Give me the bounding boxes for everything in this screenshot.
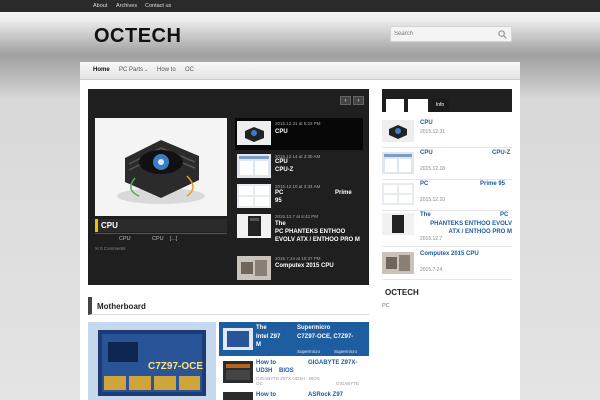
motherboard-box-image: C7Z97-OCE xyxy=(88,322,216,400)
sidebar-section-title: OCTECH xyxy=(385,288,419,297)
sidebar-post[interactable]: CPU CPU-Z 2015.12.18 xyxy=(382,150,512,180)
divider xyxy=(95,233,227,234)
search-input[interactable] xyxy=(394,29,492,39)
prime95-screenshot-thumb xyxy=(382,183,414,205)
comment-icon: ✉ xyxy=(95,246,99,251)
sidebar-post[interactable]: The PC PHANTEKS ENTHOO EVOLV ATX / ENTHO… xyxy=(382,211,512,247)
slider-item[interactable]: 2015.12.7 at 6:42 PM The PC PHANTEKS ENT… xyxy=(235,211,363,253)
featured-title[interactable]: CPU xyxy=(95,219,227,232)
featured-excerpt: CPU CPU [...] xyxy=(119,236,178,242)
section-title[interactable]: Motherboard xyxy=(97,302,146,311)
motherboard-image[interactable]: C7Z97-OCE xyxy=(88,322,216,400)
nav-oc[interactable]: OC xyxy=(185,67,194,73)
slider-item[interactable]: 2015.12.14 at 3:30 AM CPU CPU-Z xyxy=(235,151,363,183)
search-icon[interactable] xyxy=(498,30,507,39)
sidebar-post[interactable]: PC Prime 95 2015.12.10 xyxy=(382,181,512,211)
tab-info[interactable]: Info xyxy=(431,99,449,112)
motherboard-item[interactable]: The Supermicro Intel Z97 C7Z97-OCE, C7Z9… xyxy=(219,322,369,356)
top-link-contact[interactable]: Contact us xyxy=(145,3,171,9)
slider-prev-button[interactable]: ‹ xyxy=(340,96,351,105)
computex-thumb xyxy=(237,256,271,280)
cpu-cooler-thumb xyxy=(237,121,271,145)
top-bar: About Archives Contact us xyxy=(0,0,600,12)
sidebar-section-text: PC xyxy=(382,303,390,309)
bios-screenshot-thumb xyxy=(223,361,253,383)
cpu-cooler-thumb xyxy=(382,120,414,142)
featured-comments[interactable]: ✉ 0 Comments xyxy=(95,246,126,252)
cpuz-screenshot-thumb xyxy=(382,152,414,174)
cpuz-screenshot-thumb xyxy=(237,154,271,178)
featured-image[interactable] xyxy=(95,118,227,216)
pc-case-thumb xyxy=(237,214,271,238)
nav-how-to[interactable]: How to xyxy=(157,67,176,73)
computex-thumb xyxy=(382,252,414,274)
tab-recent[interactable] xyxy=(386,99,404,112)
slider-item[interactable]: 2015.12.10 at 3:34 AM PC Prime 95 xyxy=(235,181,363,213)
motherboard-section-header: Motherboard xyxy=(88,297,369,315)
main-nav: Home PC Parts ⌄ How to OC xyxy=(80,62,520,80)
pc-case-thumb xyxy=(382,213,414,235)
top-link-archives[interactable]: Archives xyxy=(116,3,137,9)
prime95-screenshot-thumb xyxy=(237,184,271,208)
slider-item[interactable]: 2015.7.24 at 10:37 PM Computex 2015 CPU xyxy=(235,253,363,285)
slider-item[interactable]: 2015.12.31 at 5:22 PM CPU xyxy=(235,118,363,150)
cpu-cooler-image xyxy=(95,118,227,216)
slider-next-button[interactable]: › xyxy=(353,96,364,105)
box-label: C7Z97-OCE xyxy=(148,361,203,372)
nav-pc-parts[interactable]: PC Parts xyxy=(119,67,143,73)
motherboard-item[interactable]: How to GIGABYTE Z97X- UD3H BIOS GIGABYTE… xyxy=(219,358,369,390)
nav-home[interactable]: Home xyxy=(93,67,110,73)
search-box xyxy=(390,26,512,42)
sidebar-post[interactable]: CPU 2015.12.31 xyxy=(382,118,512,148)
tab-popular[interactable] xyxy=(408,99,428,112)
motherboard-item[interactable]: How to ASRock Z97 xyxy=(219,391,369,400)
chevron-down-icon: ⌄ xyxy=(144,67,149,73)
top-link-about[interactable]: About xyxy=(93,3,107,9)
motherboard-thumb xyxy=(223,328,253,350)
asrock-thumb xyxy=(223,392,253,400)
site-logo[interactable]: OCTECH xyxy=(94,25,181,48)
sidebar-post[interactable]: Computex 2015 CPU 2015.7.24 xyxy=(382,250,512,280)
